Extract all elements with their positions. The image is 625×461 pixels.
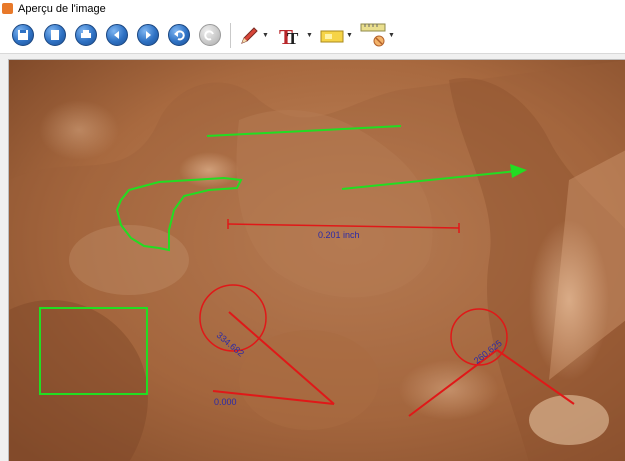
svg-text:T: T bbox=[287, 29, 299, 47]
toolbar-separator bbox=[230, 23, 231, 48]
redo-icon bbox=[204, 30, 214, 41]
chevron-down-icon: ▼ bbox=[346, 32, 353, 39]
undo-icon bbox=[174, 30, 185, 41]
color-fill-tool[interactable]: ▼ bbox=[320, 23, 353, 48]
toolbar: ▼ T T ▼ ▼ ▼ bbox=[0, 17, 625, 54]
coin-photo bbox=[9, 60, 625, 461]
text-icon: T T bbox=[279, 25, 299, 47]
image-viewport[interactable]: 0.201 inch 334.682 260.625 0.000 bbox=[8, 59, 625, 461]
measure-tool[interactable]: ▼ bbox=[360, 23, 395, 48]
previous-icon bbox=[114, 31, 119, 39]
document-icon bbox=[51, 30, 59, 40]
save-icon bbox=[18, 30, 28, 40]
image-preview-window: Aperçu de l'image ▼ T T ▼ ▼ ▼ 0.201 inch… bbox=[0, 0, 625, 461]
previous-button[interactable] bbox=[106, 24, 128, 46]
window-title: Aperçu de l'image bbox=[18, 2, 106, 15]
text-tool[interactable]: T T ▼ bbox=[278, 23, 313, 48]
print-button[interactable] bbox=[75, 24, 97, 46]
save-button[interactable] bbox=[12, 24, 34, 46]
next-icon bbox=[146, 31, 151, 39]
print-icon bbox=[81, 30, 91, 38]
app-icon bbox=[2, 3, 13, 14]
document-button[interactable] bbox=[44, 24, 66, 46]
title-bar: Aperçu de l'image bbox=[0, 0, 625, 17]
measure-icon bbox=[360, 23, 386, 46]
next-button[interactable] bbox=[137, 24, 159, 46]
pencil-tool[interactable]: ▼ bbox=[238, 23, 269, 48]
undo-button[interactable] bbox=[168, 24, 190, 46]
chevron-down-icon: ▼ bbox=[388, 32, 395, 39]
chevron-down-icon: ▼ bbox=[262, 32, 269, 39]
distance-label: 0.201 inch bbox=[318, 230, 360, 240]
chevron-down-icon: ▼ bbox=[306, 32, 313, 39]
zero-label: 0.000 bbox=[214, 397, 237, 407]
redo-button[interactable] bbox=[199, 24, 221, 46]
pencil-icon bbox=[241, 26, 258, 44]
color-fill-icon bbox=[320, 30, 344, 42]
